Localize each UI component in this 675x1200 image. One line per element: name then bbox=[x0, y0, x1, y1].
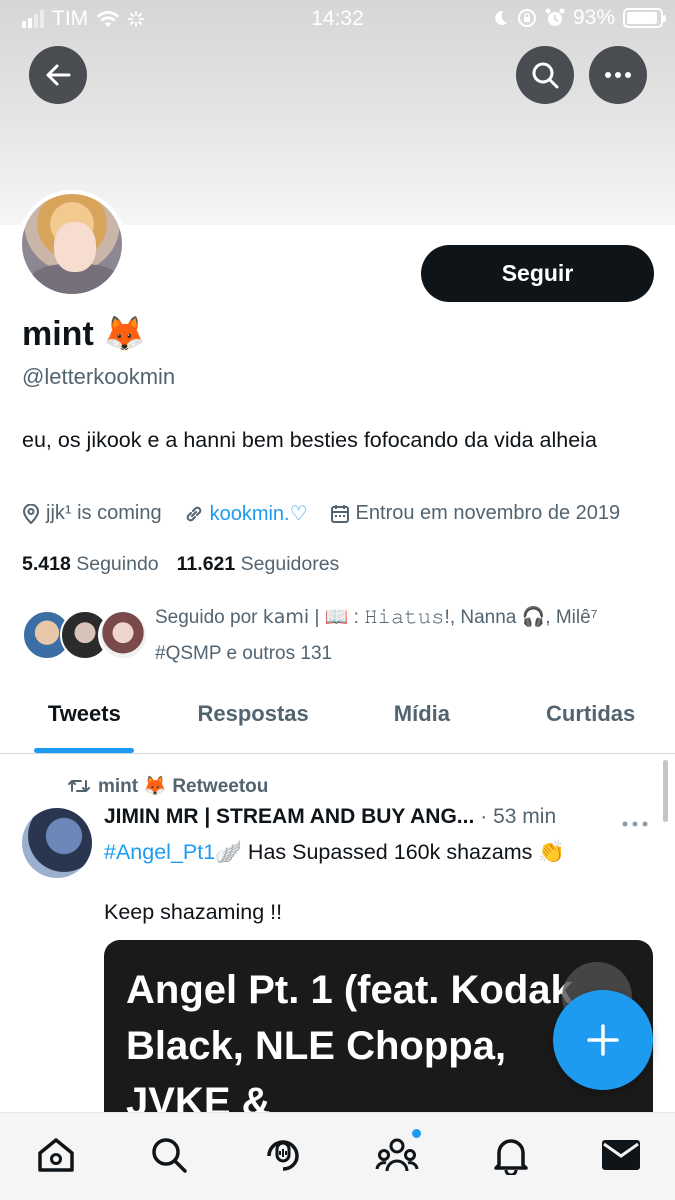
tweet-text-rest: 🪽 Has Supassed 160k shazams 👏 bbox=[215, 840, 566, 864]
nav-home[interactable] bbox=[34, 1133, 78, 1177]
location-item: jjk¹ is coming bbox=[22, 502, 162, 525]
tab-media[interactable]: Mídia bbox=[338, 690, 507, 753]
following-label: Seguindo bbox=[76, 553, 159, 575]
followed-by-line2: #QSMP e outros 131 bbox=[155, 643, 333, 664]
search-icon bbox=[152, 1138, 187, 1173]
followed-by[interactable]: Seguido por 𝗄𝖺𝗆𝗂 | 📖 : 𝙷𝚒𝚊𝚝𝚞𝚜!, Nanna 🎧,… bbox=[22, 600, 642, 664]
profile-avatar[interactable] bbox=[18, 190, 126, 298]
following-count: 5.418 bbox=[22, 553, 71, 575]
communities-icon bbox=[375, 1138, 419, 1172]
joined-item: Entrou em novembro de 2019 bbox=[330, 502, 621, 525]
battery-icon bbox=[623, 8, 666, 28]
bottom-nav bbox=[0, 1112, 675, 1200]
followed-by-line1: Seguido por 𝗄𝖺𝗆𝗂 | 📖 : 𝙷𝚒𝚊𝚝𝚞𝚜!, Nanna 🎧,… bbox=[155, 607, 598, 628]
link-icon bbox=[186, 506, 201, 521]
tweet-text-line2: Keep shazaming !! bbox=[104, 900, 283, 924]
tab-label: Curtidas bbox=[546, 701, 636, 726]
back-button[interactable] bbox=[29, 46, 87, 104]
follow-counts: 5.418 Seguindo 11.621 Seguidores bbox=[22, 553, 339, 576]
tab-tweets[interactable]: Tweets bbox=[0, 690, 169, 753]
tweet-time: · 53 min bbox=[480, 805, 557, 828]
following-count-link[interactable]: 5.418 Seguindo bbox=[22, 553, 159, 576]
nav-spaces[interactable] bbox=[261, 1133, 305, 1177]
spaces-icon bbox=[267, 1140, 299, 1171]
home-icon bbox=[38, 1138, 74, 1172]
location-text: jjk¹ is coming bbox=[46, 502, 162, 524]
nav-search[interactable] bbox=[147, 1133, 191, 1177]
plus-icon bbox=[587, 1024, 619, 1056]
followers-label: Seguidores bbox=[240, 553, 340, 575]
moon-icon bbox=[495, 10, 507, 25]
tweet-more-button[interactable] bbox=[622, 808, 648, 834]
more-button[interactable] bbox=[589, 46, 647, 104]
retweet-label: mint 🦊 Retweetou bbox=[98, 776, 269, 797]
tweet-header: JIMIN MR | STREAM AND BUY ANG... · 53 mi… bbox=[104, 805, 624, 829]
tab-label: Tweets bbox=[47, 701, 121, 726]
followers-count-link[interactable]: 11.621 Seguidores bbox=[177, 553, 340, 576]
retweet-icon bbox=[68, 780, 90, 792]
tab-label: Mídia bbox=[393, 701, 450, 726]
status-bar: TIM 14:32 93% bbox=[0, 0, 675, 38]
active-tab-indicator bbox=[34, 748, 135, 753]
tab-likes[interactable]: Curtidas bbox=[506, 690, 675, 753]
orientation-lock-icon bbox=[517, 9, 536, 27]
tab-label: Respostas bbox=[197, 701, 309, 726]
search-button[interactable] bbox=[516, 46, 574, 104]
tweet-author-name[interactable]: JIMIN MR | STREAM AND BUY ANG... bbox=[104, 805, 474, 829]
notification-dot bbox=[412, 1129, 421, 1138]
messages-icon bbox=[602, 1140, 640, 1170]
website-item[interactable]: kookmin.♡ bbox=[184, 501, 308, 526]
search-icon bbox=[532, 62, 559, 89]
notifications-icon bbox=[494, 1139, 528, 1175]
location-pin-icon bbox=[22, 503, 40, 524]
more-horizontal-icon bbox=[605, 72, 631, 78]
arrow-left-icon bbox=[46, 64, 71, 86]
alarm-icon bbox=[545, 8, 565, 26]
media-title: Angel Pt. 1 (feat. Kodak Black, NLE Chop… bbox=[126, 968, 573, 1124]
tweet-author-avatar[interactable] bbox=[22, 808, 92, 878]
battery-percent: 93% bbox=[572, 6, 615, 29]
nav-messages[interactable] bbox=[599, 1133, 643, 1177]
follow-button[interactable]: Seguir bbox=[421, 245, 654, 302]
hashtag-link[interactable]: #Angel_Pt1 bbox=[104, 840, 215, 864]
profile-tabs: Tweets Respostas Mídia Curtidas bbox=[0, 690, 675, 754]
tweet-text: #Angel_Pt1🪽 Has Supassed 160k shazams 👏 … bbox=[104, 837, 644, 928]
tab-replies[interactable]: Respostas bbox=[169, 690, 338, 753]
followers-count: 11.621 bbox=[176, 553, 236, 575]
profile-meta: jjk¹ is coming kookmin.♡ Entrou em novem… bbox=[22, 501, 642, 526]
scrollbar[interactable] bbox=[663, 760, 668, 822]
profile-name: mint 🦊 bbox=[22, 315, 146, 353]
compose-tweet-button[interactable] bbox=[553, 990, 653, 1090]
more-horizontal-icon bbox=[622, 821, 648, 827]
follower-avatar bbox=[98, 610, 148, 660]
joined-text: Entrou em novembro de 2019 bbox=[355, 502, 621, 524]
website-link[interactable]: kookmin.♡ bbox=[210, 501, 308, 526]
nav-communities[interactable] bbox=[375, 1129, 421, 1177]
calendar-icon bbox=[330, 504, 349, 523]
profile-bio: eu, os jikook e a hanni bem besties fofo… bbox=[22, 428, 597, 452]
nav-notifications[interactable] bbox=[489, 1133, 533, 1177]
retweet-context: mint 🦊 Retweetou bbox=[68, 774, 268, 798]
profile-handle: @letterkookmin bbox=[22, 364, 176, 389]
